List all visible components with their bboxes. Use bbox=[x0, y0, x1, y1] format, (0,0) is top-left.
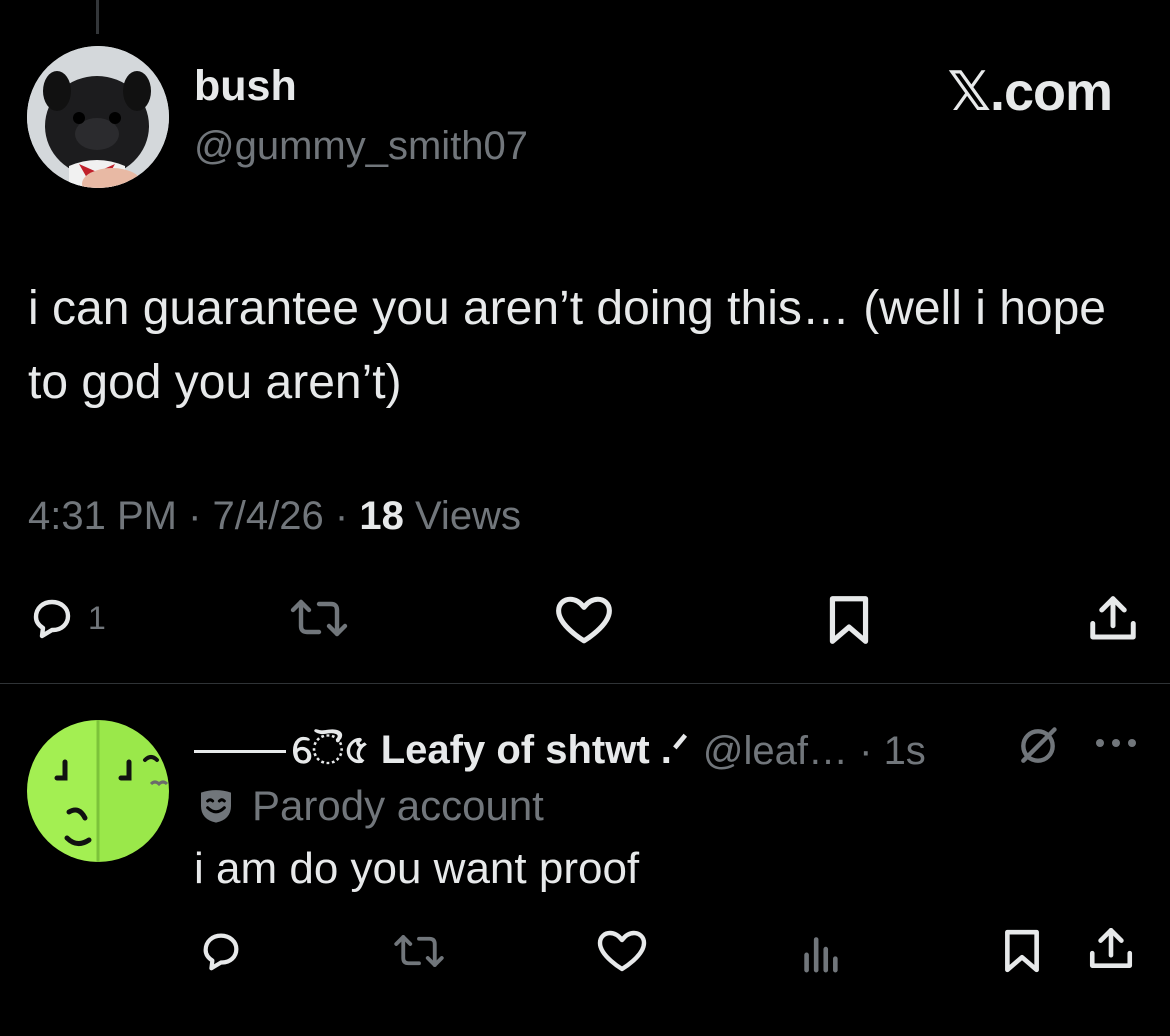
views-label: Views bbox=[414, 494, 521, 538]
reply-name-dash bbox=[194, 750, 286, 753]
author-display-name[interactable]: bush bbox=[194, 62, 297, 111]
bookmark-icon bbox=[829, 596, 869, 644]
reply-bookmark-button[interactable] bbox=[1000, 928, 1044, 974]
meta-separator: · bbox=[334, 494, 349, 538]
reply-icon bbox=[33, 599, 71, 639]
reply-text: i am do you want proof bbox=[194, 844, 640, 893]
like-button[interactable] bbox=[554, 594, 614, 646]
tweet-date[interactable]: 7/4/26 bbox=[213, 494, 324, 538]
reply-like-button[interactable] bbox=[596, 928, 648, 974]
like-icon bbox=[556, 596, 612, 644]
reply-count: 1 bbox=[88, 599, 106, 636]
share-button[interactable] bbox=[1086, 592, 1140, 646]
tweet-divider bbox=[0, 683, 1170, 684]
share-icon bbox=[1089, 927, 1133, 968]
reply-time: 1s bbox=[883, 729, 926, 773]
thread-connector-line bbox=[96, 0, 99, 34]
reply-header: ୈ৫ Leafy of shtwt .ᐟ @leaf… · 1s bbox=[194, 718, 926, 785]
reply-views-button[interactable] bbox=[800, 928, 840, 974]
reply-icon bbox=[203, 933, 239, 971]
meta-separator: · bbox=[859, 729, 873, 773]
parody-label: Parody account bbox=[196, 782, 544, 830]
x-brand-watermark: 𝕏.com bbox=[947, 62, 1113, 122]
tweet-meta: 4:31 PM · 7/4/26 · 18 Views bbox=[28, 494, 521, 539]
author-avatar[interactable] bbox=[27, 46, 169, 188]
bookmark-button[interactable] bbox=[824, 594, 874, 646]
tweet-text: i can guarantee you aren’t doing this… (… bbox=[28, 282, 1106, 409]
reply-reply-button[interactable] bbox=[196, 928, 246, 974]
retweet-button[interactable] bbox=[284, 594, 354, 642]
reply-author-avatar[interactable] bbox=[27, 720, 169, 862]
retweet-icon bbox=[290, 599, 348, 637]
reply-display-name[interactable]: ୈ৫ Leafy of shtwt .ᐟ bbox=[292, 718, 689, 785]
author-handle[interactable]: @gummy_smith07 bbox=[194, 124, 528, 169]
reply-handle-text: @leaf… bbox=[702, 729, 848, 773]
share-icon bbox=[1090, 596, 1136, 640]
tweet-time[interactable]: 4:31 PM bbox=[28, 494, 177, 538]
reply-share-button[interactable] bbox=[1086, 924, 1136, 974]
like-icon bbox=[597, 930, 647, 972]
views-count: 18 bbox=[359, 494, 404, 538]
reply-handle[interactable]: @leaf… · 1s bbox=[703, 729, 926, 774]
bookmark-icon bbox=[1005, 929, 1039, 973]
reply-retweet-button[interactable] bbox=[388, 930, 450, 972]
reply-button[interactable]: 1 bbox=[28, 594, 106, 642]
parody-mask-icon bbox=[201, 790, 231, 823]
meta-separator: · bbox=[188, 494, 202, 538]
retweet-icon bbox=[394, 935, 444, 967]
grok-button[interactable] bbox=[1016, 724, 1060, 773]
views-icon bbox=[804, 937, 838, 973]
grok-icon bbox=[1021, 727, 1057, 763]
more-icon bbox=[1096, 739, 1136, 747]
parody-account-text: Parody account bbox=[252, 782, 544, 829]
more-button[interactable] bbox=[1094, 736, 1138, 754]
